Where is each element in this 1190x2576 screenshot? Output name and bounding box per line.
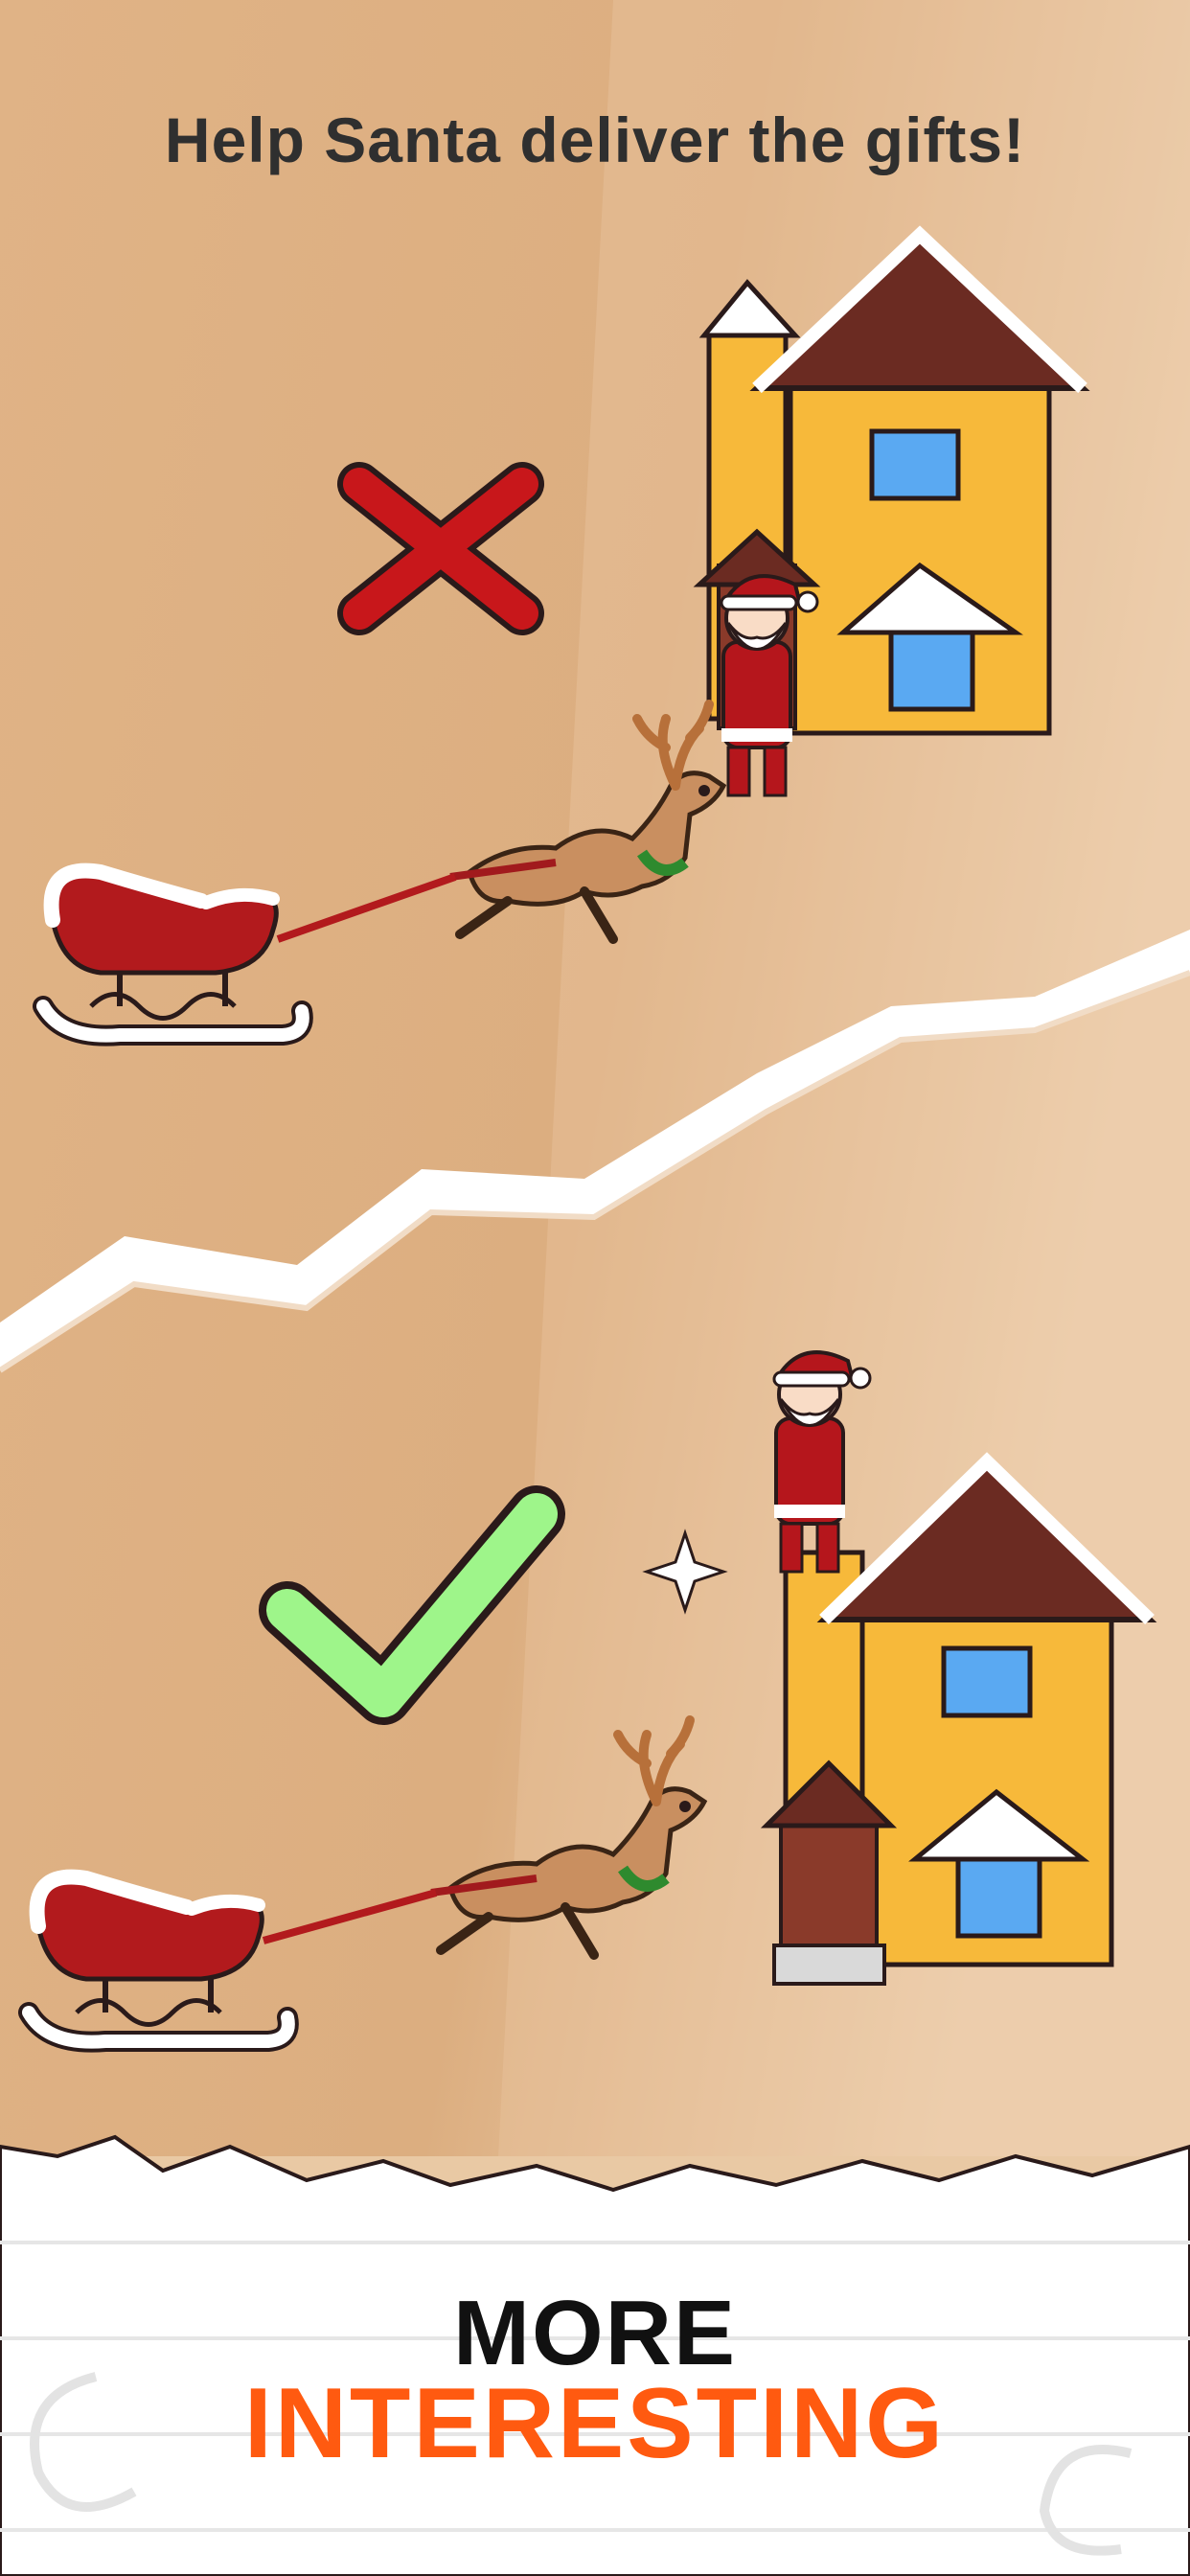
game-scene xyxy=(0,0,1190,2576)
instruction-heading: Help Santa deliver the gifts! xyxy=(164,104,1026,175)
footer-line-interesting: INTERESTING xyxy=(243,2368,947,2479)
